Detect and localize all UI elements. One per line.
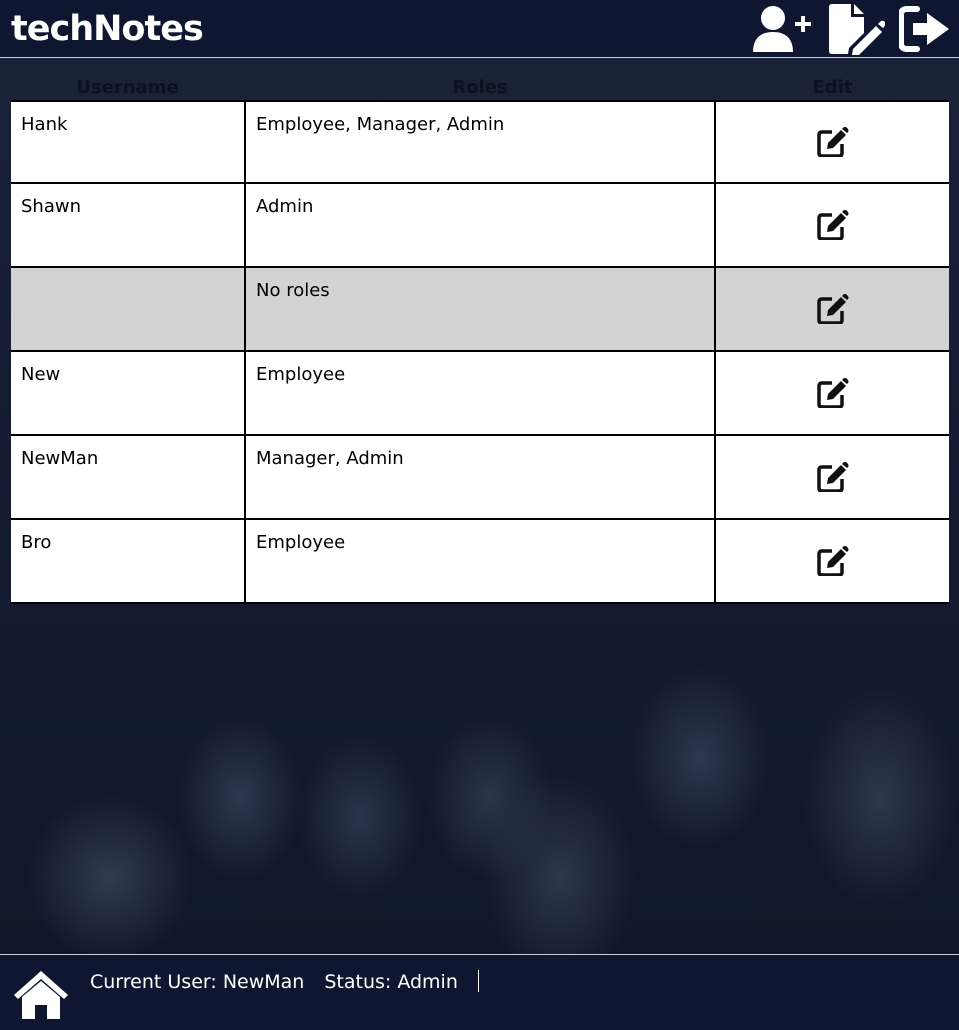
column-header-username: Username	[76, 76, 179, 98]
roles-cell: Manager, Admin	[246, 436, 714, 518]
current-user-text: Current User: NewMan	[90, 971, 305, 993]
edit-user-button[interactable]	[815, 375, 851, 411]
table-row-inactive: No roles	[11, 268, 949, 352]
add-user-button[interactable]	[751, 4, 813, 54]
edit-icon	[816, 546, 848, 576]
text-cursor	[477, 970, 479, 992]
roles-cell: Employee, Manager, Admin	[246, 102, 714, 182]
app-footer: Current User: NewMan Status: Admin	[0, 954, 959, 1030]
home-button[interactable]	[12, 969, 70, 1021]
new-note-button[interactable]	[827, 3, 885, 55]
app-header: techNotes	[0, 0, 959, 58]
table-row: Hank Employee, Manager, Admin	[11, 100, 949, 184]
edit-cell	[716, 352, 949, 434]
add-user-icon	[753, 5, 811, 52]
status-text: Status: Admin	[324, 971, 458, 993]
edit-user-button[interactable]	[815, 291, 851, 327]
edit-icon	[816, 462, 848, 492]
new-note-icon	[829, 3, 885, 55]
edit-cell	[716, 436, 949, 518]
table-row: New Employee	[11, 352, 949, 436]
logout-button[interactable]	[899, 5, 951, 53]
edit-icon	[816, 294, 848, 324]
edit-user-button[interactable]	[815, 543, 851, 579]
table-row: NewMan Manager, Admin	[11, 436, 949, 520]
edit-icon	[816, 210, 848, 240]
column-header-edit: Edit	[812, 76, 853, 98]
username-cell: Shawn	[11, 184, 244, 266]
user-status-info: Current User: NewMan Status: Admin	[90, 969, 479, 993]
username-cell: Bro	[11, 520, 244, 602]
username-cell: New	[11, 352, 244, 434]
edit-user-button[interactable]	[815, 124, 851, 160]
roles-cell: Employee	[246, 352, 714, 434]
roles-cell: Employee	[246, 520, 714, 602]
home-icon	[14, 971, 68, 1019]
table-row: Bro Employee	[11, 520, 949, 604]
roles-cell: Admin	[246, 184, 714, 266]
username-cell: NewMan	[11, 436, 244, 518]
app-title[interactable]: techNotes	[11, 9, 204, 49]
edit-user-button[interactable]	[815, 207, 851, 243]
table-header: Username Roles Edit	[11, 74, 949, 100]
username-cell	[11, 268, 244, 350]
edit-cell	[716, 102, 949, 182]
roles-cell: No roles	[246, 268, 714, 350]
edit-icon	[816, 127, 848, 157]
username-cell: Hank	[11, 102, 244, 182]
edit-cell	[716, 268, 949, 350]
column-header-roles: Roles	[452, 76, 508, 98]
edit-user-button[interactable]	[815, 459, 851, 495]
header-actions	[751, 3, 951, 55]
logout-icon	[899, 5, 949, 52]
users-table: Username Roles Edit Hank Employee, Manag…	[11, 74, 949, 604]
table-row: Shawn Admin	[11, 184, 949, 268]
edit-cell	[716, 184, 949, 266]
edit-cell	[716, 520, 949, 602]
edit-icon	[816, 378, 848, 408]
